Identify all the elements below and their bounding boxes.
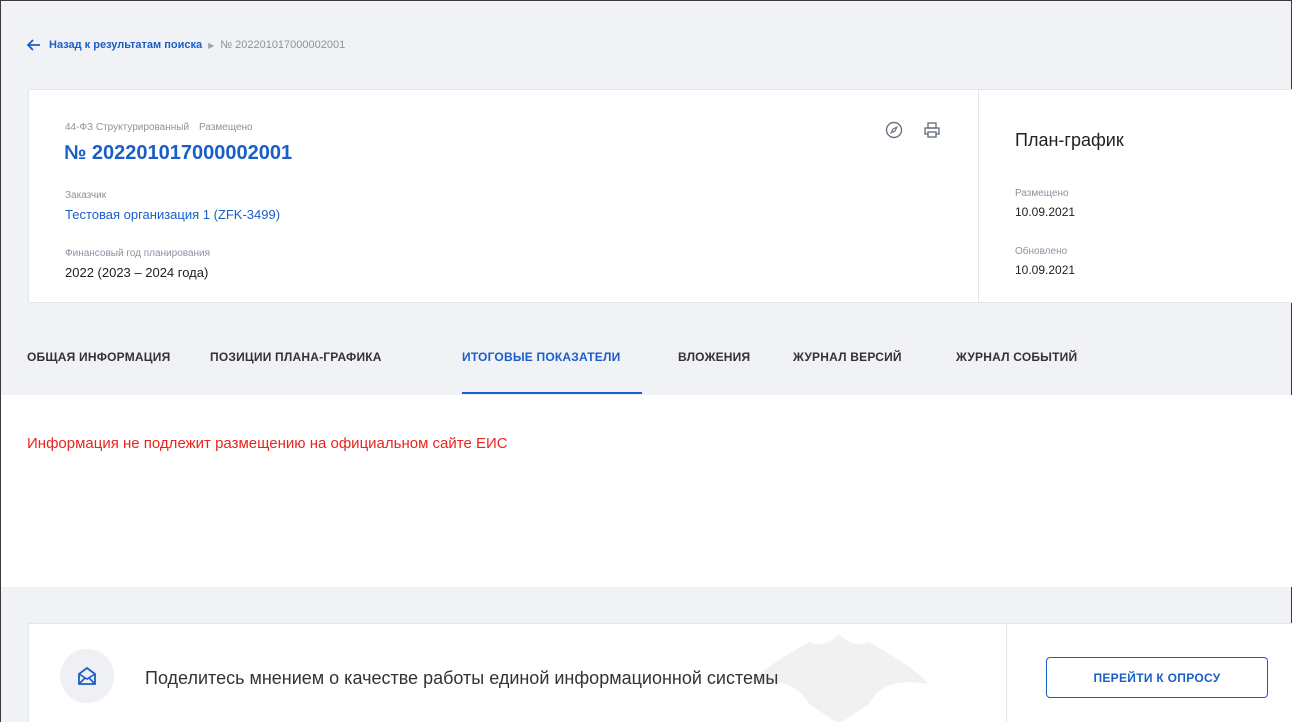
placed-label: Размещено [1015, 188, 1069, 199]
fin-year-field: Финансовый год планирования 2022 (2023 –… [65, 248, 210, 280]
breadcrumb: Назад к результатам поиска ▶ № 202201017… [27, 37, 345, 53]
fin-year-value: 2022 (2023 – 2024 года) [65, 265, 209, 280]
compass-icon[interactable] [884, 120, 904, 140]
tab-attachments[interactable]: ВЛОЖЕНИЯ [678, 350, 793, 390]
card-actions [884, 120, 942, 140]
plan-card: 44-ФЗ Структурированный Размещено № 2022… [28, 89, 978, 303]
plan-summary-panel: План-график Размещено 10.09.2021 Обновле… [978, 89, 1292, 303]
arrow-left-icon[interactable] [27, 37, 43, 53]
placed-date: 10.09.2021 [1015, 205, 1076, 219]
go-to-survey-button[interactable]: ПЕРЕЙТИ К ОПРОСУ [1046, 657, 1268, 698]
mail-open-icon [60, 649, 114, 703]
feedback-text: Поделитесь мнением о качестве работы еди… [145, 668, 779, 688]
tab-plan-positions[interactable]: ПОЗИЦИИ ПЛАНА-ГРАФИКА [210, 350, 462, 390]
plan-status: Размещено [199, 122, 253, 133]
tab-version-log[interactable]: ЖУРНАЛ ВЕРСИЙ [793, 350, 956, 390]
tab-content: Информация не подлежит размещению на офи… [1, 395, 1292, 587]
updated-field: Обновлено 10.09.2021 [1015, 246, 1075, 277]
back-to-results-link[interactable]: Назад к результатам поиска [49, 39, 202, 51]
updated-date: 10.09.2021 [1015, 263, 1076, 277]
updated-label: Обновлено [1015, 246, 1068, 257]
tab-event-log[interactable]: ЖУРНАЛ СОБЫТИЙ [956, 350, 1116, 390]
warning-message: Информация не подлежит размещению на офи… [27, 435, 508, 452]
divider [1006, 624, 1007, 722]
chevron-right-icon: ▶ [208, 40, 215, 50]
customer-link[interactable]: Тестовая организация 1 (ZFK-3499) [65, 207, 280, 222]
tab-general-info[interactable]: ОБЩАЯ ИНФОРМАЦИЯ [27, 350, 210, 390]
fin-year-label: Финансовый год планирования [65, 248, 211, 259]
tab-totals[interactable]: ИТОГОВЫЕ ПОКАЗАТЕЛИ [462, 350, 642, 394]
feedback-banner: Поделитесь мнением о качестве работы еди… [28, 623, 1292, 722]
panel-title: План-график [1015, 130, 1124, 150]
plan-number: № 202201017000002001 [64, 142, 293, 164]
plan-meta: 44-ФЗ Структурированный Размещено [65, 122, 253, 133]
emblem-watermark [749, 634, 929, 722]
tab-bar: ОБЩАЯ ИНФОРМАЦИЯ ПОЗИЦИИ ПЛАНА-ГРАФИКА И… [27, 350, 1116, 394]
print-icon[interactable] [922, 120, 942, 140]
customer-field: Заказчик Тестовая организация 1 (ZFK-349… [65, 190, 280, 222]
placed-field: Размещено 10.09.2021 [1015, 188, 1075, 219]
customer-label: Заказчик [65, 190, 107, 201]
law-type: 44-ФЗ Структурированный [65, 122, 190, 133]
breadcrumb-current: № 202201017000002001 [220, 39, 346, 51]
